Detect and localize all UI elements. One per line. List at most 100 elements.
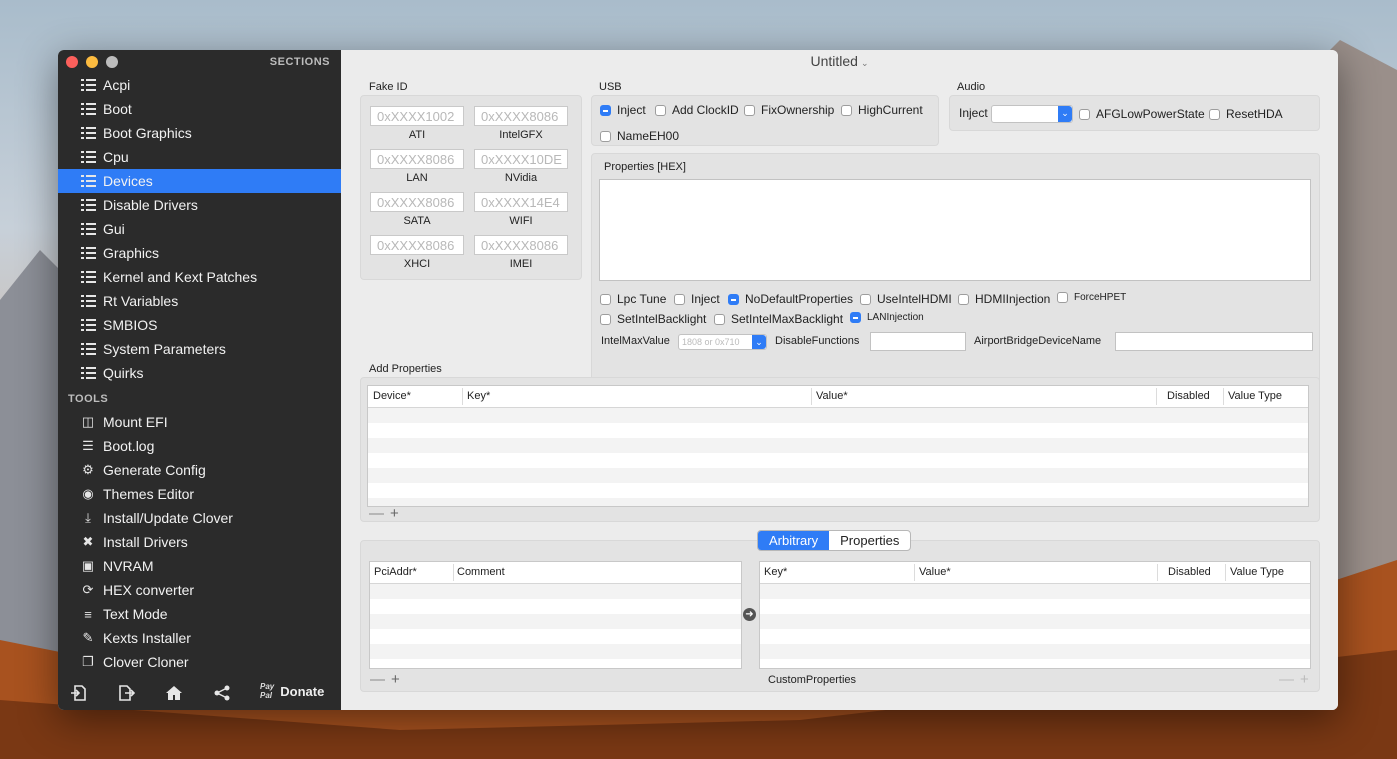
export-icon[interactable] xyxy=(117,684,136,702)
table-row[interactable] xyxy=(368,468,1308,483)
tool-item-kexts-installer[interactable]: ✎ Kexts Installer xyxy=(58,626,341,650)
add-icon[interactable]: + xyxy=(390,505,405,522)
properties-hex-textarea[interactable] xyxy=(599,179,1311,281)
tool-item-hex-converter[interactable]: ⟳ HEX converter xyxy=(58,578,341,602)
tool-item-generate-config[interactable]: ⚙ Generate Config xyxy=(58,458,341,482)
intel-max-value-combo[interactable]: 1808 or 0x710 ⌄ xyxy=(678,334,767,350)
table-row[interactable] xyxy=(760,644,1310,659)
zoom-button[interactable] xyxy=(106,56,118,68)
custom-table-add-remove[interactable]: —+ xyxy=(1279,671,1315,688)
fix-ownership-checkbox[interactable]: FixOwnership xyxy=(744,103,834,117)
name-eh00-checkbox[interactable]: NameEH00 xyxy=(600,129,679,143)
column-key[interactable]: Key* xyxy=(467,390,490,402)
table-row[interactable] xyxy=(368,453,1308,468)
table-row[interactable] xyxy=(368,438,1308,453)
audio-inject-select[interactable]: ⌄ xyxy=(991,105,1073,123)
hdmi-injection-checkbox[interactable]: HDMIInjection xyxy=(958,292,1050,306)
force-hpet-checkbox[interactable]: ForceHPET xyxy=(1057,292,1126,303)
properties-inject-checkbox[interactable]: Inject xyxy=(674,292,720,306)
sidebar-item-cpu[interactable]: Cpu xyxy=(58,145,341,169)
fake-id-intelgfx-input[interactable]: 0xXXXX8086 xyxy=(474,106,568,126)
remove-icon[interactable]: — xyxy=(1279,671,1300,688)
no-default-properties-checkbox[interactable]: NoDefaultProperties xyxy=(728,292,853,306)
window-title[interactable]: Untitled ⌄ xyxy=(341,53,1338,69)
custom-properties-table[interactable]: Key* Value* Disabled Value Type xyxy=(759,561,1311,669)
add-properties-add-remove[interactable]: —+ xyxy=(369,505,405,522)
afg-low-power-checkbox[interactable]: AFGLowPowerState xyxy=(1079,107,1205,121)
sidebar-item-boot[interactable]: Boot xyxy=(58,97,341,121)
remove-icon[interactable]: — xyxy=(370,671,391,688)
table-row[interactable] xyxy=(368,408,1308,423)
table-row[interactable] xyxy=(760,629,1310,644)
table-row[interactable] xyxy=(760,659,1310,668)
table-row[interactable] xyxy=(370,659,741,668)
arrow-right-icon[interactable]: ➜ xyxy=(743,608,756,621)
minimize-button[interactable] xyxy=(86,56,98,68)
tool-item-install-update-clover[interactable]: ⤓ Install/Update Clover xyxy=(58,506,341,530)
sidebar-item-devices[interactable]: Devices xyxy=(58,169,341,193)
fake-id-imei-input[interactable]: 0xXXXX8086 xyxy=(474,235,568,255)
donate-button[interactable]: Pay Pal Donate xyxy=(260,682,324,700)
table-row[interactable] xyxy=(368,483,1308,498)
close-button[interactable] xyxy=(66,56,78,68)
sidebar-item-system-parameters[interactable]: System Parameters xyxy=(58,337,341,361)
tool-item-nvram[interactable]: ▣ NVRAM xyxy=(58,554,341,578)
column-value[interactable]: Value* xyxy=(919,566,951,578)
tab-arbitrary[interactable]: Arbitrary xyxy=(758,531,830,550)
set-intel-max-backlight-checkbox[interactable]: SetIntelMaxBacklight xyxy=(714,312,843,326)
column-value[interactable]: Value* xyxy=(816,390,848,402)
sidebar-item-acpi[interactable]: Acpi xyxy=(58,73,341,97)
high-current-checkbox[interactable]: HighCurrent xyxy=(841,103,923,117)
add-clockid-checkbox[interactable]: Add ClockID xyxy=(655,103,739,117)
sidebar-item-quirks[interactable]: Quirks xyxy=(58,361,341,385)
fake-id-lan-input[interactable]: 0xXXXX8086 xyxy=(370,149,464,169)
column-pciaddr[interactable]: PciAddr* xyxy=(374,566,417,578)
sidebar-item-rt-variables[interactable]: Rt Variables xyxy=(58,289,341,313)
lan-injection-checkbox[interactable]: LANInjection xyxy=(850,312,924,323)
column-comment[interactable]: Comment xyxy=(457,566,505,578)
column-device[interactable]: Device* xyxy=(373,390,411,402)
column-value-type[interactable]: Value Type xyxy=(1228,390,1282,402)
add-icon[interactable]: + xyxy=(1300,671,1315,688)
use-intel-hdmi-checkbox[interactable]: UseIntelHDMI xyxy=(860,292,952,306)
airport-bridge-input[interactable] xyxy=(1115,332,1313,351)
add-properties-table[interactable]: Device* Key* Value* Disabled Value Type xyxy=(367,385,1309,507)
table-row[interactable] xyxy=(370,644,741,659)
share-icon[interactable] xyxy=(213,684,231,702)
fake-id-sata-input[interactable]: 0xXXXX8086 xyxy=(370,192,464,212)
sidebar-item-graphics[interactable]: Graphics xyxy=(58,241,341,265)
tab-properties[interactable]: Properties xyxy=(829,531,910,550)
tool-item-text-mode[interactable]: ≡ Text Mode xyxy=(58,602,341,626)
fake-id-ati-input[interactable]: 0xXXXX1002 xyxy=(370,106,464,126)
disable-functions-input[interactable] xyxy=(870,332,966,351)
table-row[interactable] xyxy=(760,599,1310,614)
fake-id-wifi-input[interactable]: 0xXXXX14E4 xyxy=(474,192,568,212)
sidebar-item-kernel-and-kext-patches[interactable]: Kernel and Kext Patches xyxy=(58,265,341,289)
column-disabled[interactable]: Disabled xyxy=(1168,566,1211,578)
pci-address-table[interactable]: PciAddr* Comment xyxy=(369,561,742,669)
sidebar-item-disable-drivers[interactable]: Disable Drivers xyxy=(58,193,341,217)
remove-icon[interactable]: — xyxy=(369,505,390,522)
table-row[interactable] xyxy=(370,629,741,644)
table-row[interactable] xyxy=(370,599,741,614)
tool-item-mount-efi[interactable]: ◫ Mount EFI xyxy=(58,410,341,434)
add-icon[interactable]: + xyxy=(391,671,406,688)
table-row[interactable] xyxy=(760,584,1310,599)
tool-item-install-drivers[interactable]: ✖ Install Drivers xyxy=(58,530,341,554)
table-row[interactable] xyxy=(370,584,741,599)
sidebar-item-smbios[interactable]: SMBIOS xyxy=(58,313,341,337)
reset-hda-checkbox[interactable]: ResetHDA xyxy=(1209,107,1283,121)
tool-item-clover-cloner[interactable]: ❐ Clover Cloner xyxy=(58,650,341,674)
column-key[interactable]: Key* xyxy=(764,566,787,578)
pci-table-add-remove[interactable]: —+ xyxy=(370,671,406,688)
table-row[interactable] xyxy=(760,614,1310,629)
set-intel-backlight-checkbox[interactable]: SetIntelBacklight xyxy=(600,312,706,326)
lpc-tune-checkbox[interactable]: Lpc Tune xyxy=(600,292,666,306)
import-icon[interactable] xyxy=(70,684,88,702)
fake-id-nvidia-input[interactable]: 0xXXXX10DE xyxy=(474,149,568,169)
column-disabled[interactable]: Disabled xyxy=(1167,390,1210,402)
usb-inject-checkbox[interactable]: Inject xyxy=(600,103,646,117)
column-value-type[interactable]: Value Type xyxy=(1230,566,1284,578)
tool-item-boot-log[interactable]: ☰ Boot.log xyxy=(58,434,341,458)
sidebar-item-gui[interactable]: Gui xyxy=(58,217,341,241)
